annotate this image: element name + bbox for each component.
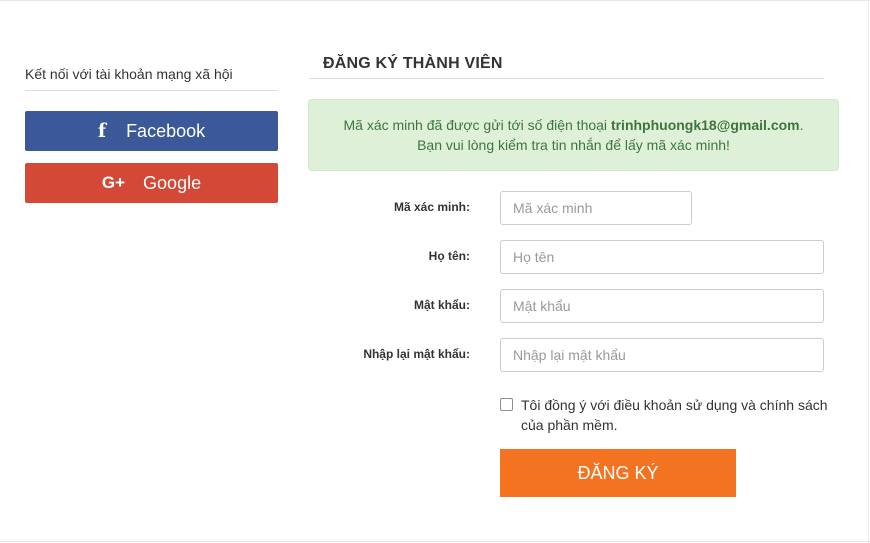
- name-row: Họ tên:: [309, 240, 839, 274]
- verification-alert: Mã xác minh đã được gửi tới số điện thoạ…: [308, 99, 839, 171]
- google-plus-icon: G+: [101, 173, 126, 192]
- top-divider: [0, 0, 870, 1]
- name-label: Họ tên:: [428, 249, 470, 263]
- google-login-button[interactable]: G+ Google: [25, 163, 278, 203]
- alert-text: Mã xác minh đã được gửi tới số điện thoạ…: [343, 117, 611, 133]
- terms-agreement: Tôi đồng ý với điều khoản sử dụng và chí…: [500, 395, 830, 435]
- password-confirm-label: Nhập lại mật khẩu:: [363, 347, 470, 361]
- alert-period: .: [799, 117, 804, 133]
- social-login-title: Kết nối với tài khoản mạng xã hội: [25, 66, 278, 91]
- password-row: Mật khẩu:: [309, 289, 839, 323]
- password-input[interactable]: [500, 289, 824, 323]
- code-input[interactable]: [500, 191, 692, 225]
- bottom-divider: [0, 541, 870, 542]
- title-divider: [309, 78, 824, 79]
- code-row: Mã xác minh:: [309, 191, 839, 225]
- password-label: Mật khẩu:: [413, 298, 470, 312]
- facebook-login-button[interactable]: f Facebook: [25, 111, 278, 151]
- code-label: Mã xác minh:: [393, 200, 470, 214]
- google-login-label: Google: [143, 172, 202, 193]
- facebook-login-label: Facebook: [126, 120, 206, 141]
- page-title: ĐĂNG KÝ THÀNH VIÊN: [323, 55, 503, 72]
- social-login-panel: Kết nối với tài khoản mạng xã hội f Face…: [25, 66, 278, 203]
- right-divider: [868, 0, 869, 543]
- name-input[interactable]: [500, 240, 824, 274]
- alert-line-1: Mã xác minh đã được gửi tới số điện thoạ…: [309, 115, 838, 135]
- terms-label: Tôi đồng ý với điều khoản sử dụng và chí…: [521, 397, 828, 433]
- alert-email: trinhphuongk18@gmail.com: [610, 117, 800, 133]
- register-button[interactable]: ĐĂNG KÝ: [500, 449, 736, 497]
- alert-line-2: Bạn vui lòng kiểm tra tin nhắn để lấy mã…: [417, 137, 730, 153]
- terms-checkbox[interactable]: [500, 398, 513, 411]
- password-confirm-input[interactable]: [500, 338, 824, 372]
- password-confirm-row: Nhập lại mật khẩu:: [309, 338, 839, 372]
- facebook-icon: f: [97, 120, 107, 142]
